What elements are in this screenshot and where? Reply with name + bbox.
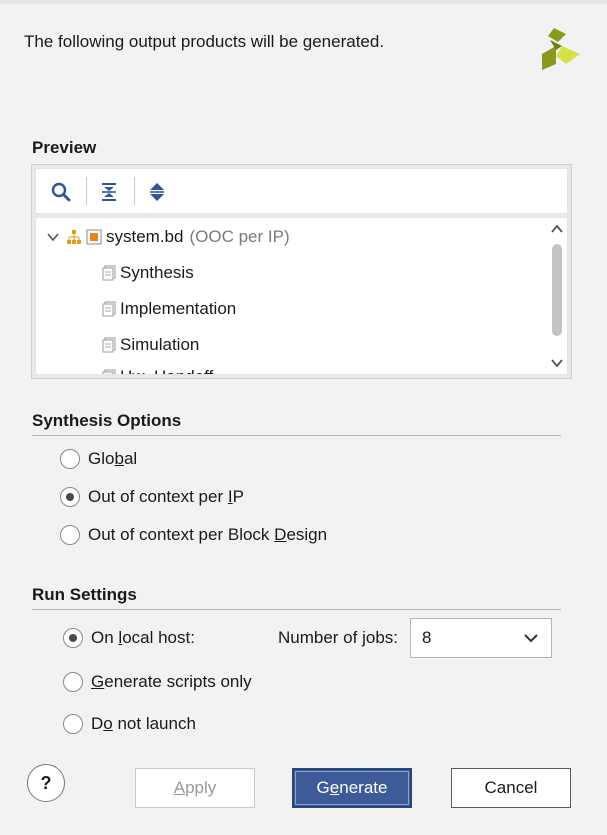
toolbar-separator (134, 177, 135, 205)
header-message: The following output products will be ge… (24, 32, 385, 51)
run-settings-title: Run Settings (32, 585, 137, 604)
scroll-down-icon[interactable] (550, 356, 564, 370)
jobs-value: 8 (422, 628, 432, 647)
radio-circle[interactable] (60, 525, 80, 545)
radio-circle[interactable] (63, 672, 83, 692)
hierarchy-icon (67, 230, 81, 244)
radio-circle[interactable] (60, 449, 80, 469)
document-icon (102, 301, 116, 317)
radio-label: Out of context per IP (88, 487, 244, 506)
chevron-down-icon[interactable] (46, 230, 60, 244)
collapse-all-icon[interactable] (96, 179, 122, 205)
section-divider (32, 435, 561, 436)
radio-circle[interactable] (63, 714, 83, 734)
preview-title: Preview (32, 138, 97, 157)
radio-global[interactable]: Global (60, 449, 137, 469)
radio-label: On local host: (91, 628, 195, 647)
number-of-jobs-select[interactable]: 8 (410, 618, 552, 658)
tree-item-simulation[interactable]: Simulation (102, 330, 199, 360)
tree-item-label: Implementation (120, 299, 237, 318)
radio-do-not-launch[interactable]: Do not launch (63, 714, 196, 734)
tree-root-system-bd[interactable]: system.bd (OOC per IP) (46, 222, 290, 252)
toolbar-separator (86, 177, 87, 205)
radio-circle[interactable] (63, 628, 83, 648)
radio-label: Generate scripts only (91, 672, 252, 691)
radio-ooc-per-ip[interactable]: Out of context per IP (60, 487, 244, 507)
block-design-icon (86, 229, 102, 245)
synthesis-options-title: Synthesis Options (32, 411, 182, 430)
apply-button[interactable]: Apply (135, 768, 255, 808)
radio-generate-scripts-only[interactable]: Generate scripts only (63, 672, 252, 692)
generate-output-products-dialog: The following output products will be ge… (0, 0, 607, 835)
tree-root-note: (OOC per IP) (189, 227, 290, 246)
scroll-thumb[interactable] (552, 244, 562, 336)
radio-label: Out of context per Block Design (88, 525, 328, 544)
tree-item-hw-handoff[interactable]: Hw_Handoff (102, 362, 213, 374)
radio-on-local-host[interactable]: On local host: (63, 628, 195, 648)
document-icon (102, 265, 116, 281)
chevron-down-icon (524, 634, 538, 643)
help-button[interactable]: ? (27, 764, 65, 802)
vivado-logo-icon (542, 28, 580, 70)
search-icon[interactable] (48, 179, 74, 205)
document-icon (102, 369, 116, 374)
radio-circle[interactable] (60, 487, 80, 507)
radio-label: Global (88, 449, 138, 468)
cancel-button[interactable]: Cancel (451, 768, 571, 808)
generate-button[interactable]: Ge nerate (292, 768, 412, 808)
scroll-up-icon[interactable] (550, 222, 564, 236)
expand-all-icon[interactable] (144, 179, 170, 205)
tree-scrollbar[interactable] (547, 218, 567, 374)
output-products-tree: system.bd (OOC per IP) Synthesis Impleme… (35, 217, 568, 375)
number-of-jobs-label: Number of jobs: (278, 628, 398, 647)
preview-toolbar (35, 168, 568, 214)
tree-item-label: Simulation (120, 335, 200, 354)
radio-label: Do not launch (91, 714, 196, 733)
tree-root-name: system.bd (106, 227, 184, 246)
radio-ooc-per-block-design[interactable]: Out of context per Block Design (60, 525, 327, 545)
document-icon (102, 337, 116, 353)
section-divider (32, 609, 561, 610)
tree-item-implementation[interactable]: Implementation (102, 294, 236, 324)
preview-panel: system.bd (OOC per IP) Synthesis Impleme… (31, 164, 572, 379)
tree-item-synthesis[interactable]: Synthesis (102, 258, 194, 288)
tree-item-label: Hw_Handoff (120, 367, 213, 374)
tree-item-label: Synthesis (120, 263, 194, 282)
